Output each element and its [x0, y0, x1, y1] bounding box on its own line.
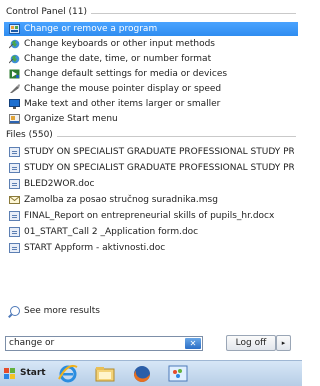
- file-result-study-1[interactable]: STUDY ON SPECIALIST GRADUATE PROFESSIONA…: [4, 145, 298, 159]
- result-change-date-time-format[interactable]: Change the date, time, or number format: [4, 52, 298, 66]
- paint-icon[interactable]: [168, 364, 188, 383]
- result-label: 01_START_Call 2 _Application form.doc: [24, 227, 199, 237]
- mail-message-icon: [9, 195, 20, 205]
- word-document-icon: [9, 163, 20, 173]
- result-organize-start-menu[interactable]: Organize Start menu: [4, 112, 298, 126]
- file-result-study-2[interactable]: STUDY ON SPECIALIST GRADUATE PROFESSIONA…: [4, 161, 298, 175]
- word-document-icon: [9, 227, 20, 237]
- word-document-icon: [9, 147, 20, 157]
- files-header: Files (550): [6, 130, 57, 140]
- search-input-value[interactable]: change or: [9, 338, 54, 348]
- file-result-bled2wor[interactable]: BLED2WOR.doc: [4, 177, 298, 191]
- clear-search-icon[interactable]: ✕: [185, 338, 201, 349]
- file-result-zamolba-msg[interactable]: Zamolba za posao stručnog suradnika.msg: [4, 193, 298, 207]
- result-change-or-remove-program[interactable]: Change or remove a program: [4, 22, 298, 36]
- result-label: STUDY ON SPECIALIST GRADUATE PROFESSIONA…: [24, 163, 294, 173]
- result-label: Change default settings for media or dev…: [24, 69, 228, 79]
- result-change-keyboards[interactable]: Change keyboards or other input methods: [4, 37, 298, 51]
- taskbar-start-icon: [9, 114, 20, 124]
- result-label: Change keyboards or other input methods: [24, 39, 215, 49]
- autoplay-icon: [9, 69, 20, 79]
- result-label: Organize Start menu: [24, 114, 118, 124]
- word-document-icon: [9, 179, 20, 189]
- region-globe-icon: [8, 54, 20, 64]
- result-make-text-larger[interactable]: Make text and other items larger or smal…: [4, 97, 298, 111]
- result-change-default-media-settings[interactable]: Change default settings for media or dev…: [4, 67, 298, 81]
- file-result-start-call-2[interactable]: 01_START_Call 2 _Application form.doc: [4, 225, 298, 239]
- file-result-final-report[interactable]: FINAL_Report on entrepreneurial skills o…: [4, 209, 298, 223]
- see-more-results-label: See more results: [24, 306, 100, 316]
- start-search-box[interactable]: change or ✕: [5, 336, 203, 351]
- start-button[interactable]: Start: [4, 366, 46, 381]
- internet-explorer-icon[interactable]: [58, 364, 78, 383]
- result-label: Change the date, time, or number format: [24, 54, 212, 64]
- result-label: Change the mouse pointer display or spee…: [24, 84, 222, 94]
- log-off-button[interactable]: Log off: [226, 335, 276, 351]
- see-more-results-link[interactable]: See more results: [6, 304, 156, 318]
- file-explorer-icon[interactable]: [95, 364, 115, 383]
- mouse-pointer-icon: [9, 84, 20, 94]
- result-label: Zamolba za posao stručnog suradnika.msg: [24, 195, 218, 205]
- windows-flag-icon: [4, 368, 15, 379]
- result-label: FINAL_Report on entrepreneurial skills o…: [24, 211, 275, 221]
- result-label: STUDY ON SPECIALIST GRADUATE PROFESSIONA…: [24, 147, 294, 157]
- shutdown-options-arrow-button[interactable]: ▸: [276, 335, 291, 351]
- start-button-label: Start: [20, 368, 46, 378]
- region-globe-icon: [8, 39, 20, 49]
- result-label: BLED2WOR.doc: [24, 179, 95, 189]
- taskbar: Start: [0, 360, 302, 386]
- result-label: Make text and other items larger or smal…: [24, 99, 221, 109]
- firefox-icon[interactable]: [132, 364, 152, 383]
- word-document-icon: [9, 211, 20, 221]
- result-label: Change or remove a program: [24, 24, 158, 34]
- search-icon: [10, 306, 20, 316]
- control-panel-section-header: Control Panel (11): [6, 6, 296, 20]
- file-result-start-appform[interactable]: START Appform - aktivnosti.doc: [4, 241, 298, 255]
- result-change-mouse-pointer[interactable]: Change the mouse pointer display or spee…: [4, 82, 298, 96]
- word-document-icon: [9, 243, 20, 253]
- start-menu-search-results: Control Panel (11) Change or remove a pr…: [0, 0, 302, 360]
- files-section-header: Files (550): [6, 129, 296, 143]
- control-panel-header: Control Panel (11): [6, 7, 92, 17]
- display-icon: [9, 99, 20, 109]
- programs-icon: [9, 24, 20, 34]
- result-label: START Appform - aktivnosti.doc: [24, 243, 166, 253]
